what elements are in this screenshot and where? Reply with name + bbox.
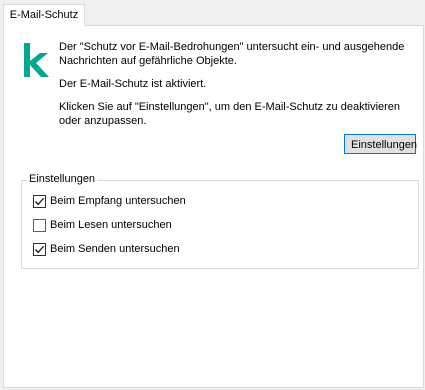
option-scan-on-send[interactable]: Beim Senden untersuchen <box>33 242 180 256</box>
option-label: Beim Senden untersuchen <box>50 242 180 255</box>
checkbox-scan-on-send[interactable] <box>33 242 46 256</box>
option-label: Beim Lesen untersuchen <box>50 218 172 231</box>
checkbox-scan-on-read[interactable] <box>33 218 46 232</box>
info-status: Der E-Mail-Schutz ist aktiviert. <box>59 78 207 90</box>
checkmark-icon <box>34 245 45 253</box>
tab-panel: Der "Schutz vor E-Mail-Bedrohungen" unte… <box>3 25 424 388</box>
option-scan-on-read[interactable]: Beim Lesen untersuchen <box>33 218 172 232</box>
settings-group-title: Einstellungen <box>27 173 98 185</box>
option-label: Beim Empfang untersuchen <box>50 194 186 207</box>
kaspersky-logo-icon <box>24 43 49 77</box>
settings-group: Einstellungen Beim Empfang untersuchen B… <box>21 173 419 269</box>
info-hint: Klicken Sie auf "Einstellungen", um den … <box>59 101 401 127</box>
option-scan-on-receive[interactable]: Beim Empfang untersuchen <box>33 194 186 208</box>
tab-email-protection[interactable]: E-Mail-Schutz <box>3 4 85 26</box>
info-description: Der "Schutz vor E-Mail-Bedrohungen" unte… <box>59 41 405 67</box>
checkmark-icon <box>34 197 45 205</box>
settings-button[interactable]: Einstellungen <box>344 134 417 154</box>
info-text: Der "Schutz vor E-Mail-Bedrohungen" unte… <box>59 40 409 137</box>
checkbox-scan-on-receive[interactable] <box>33 194 46 208</box>
